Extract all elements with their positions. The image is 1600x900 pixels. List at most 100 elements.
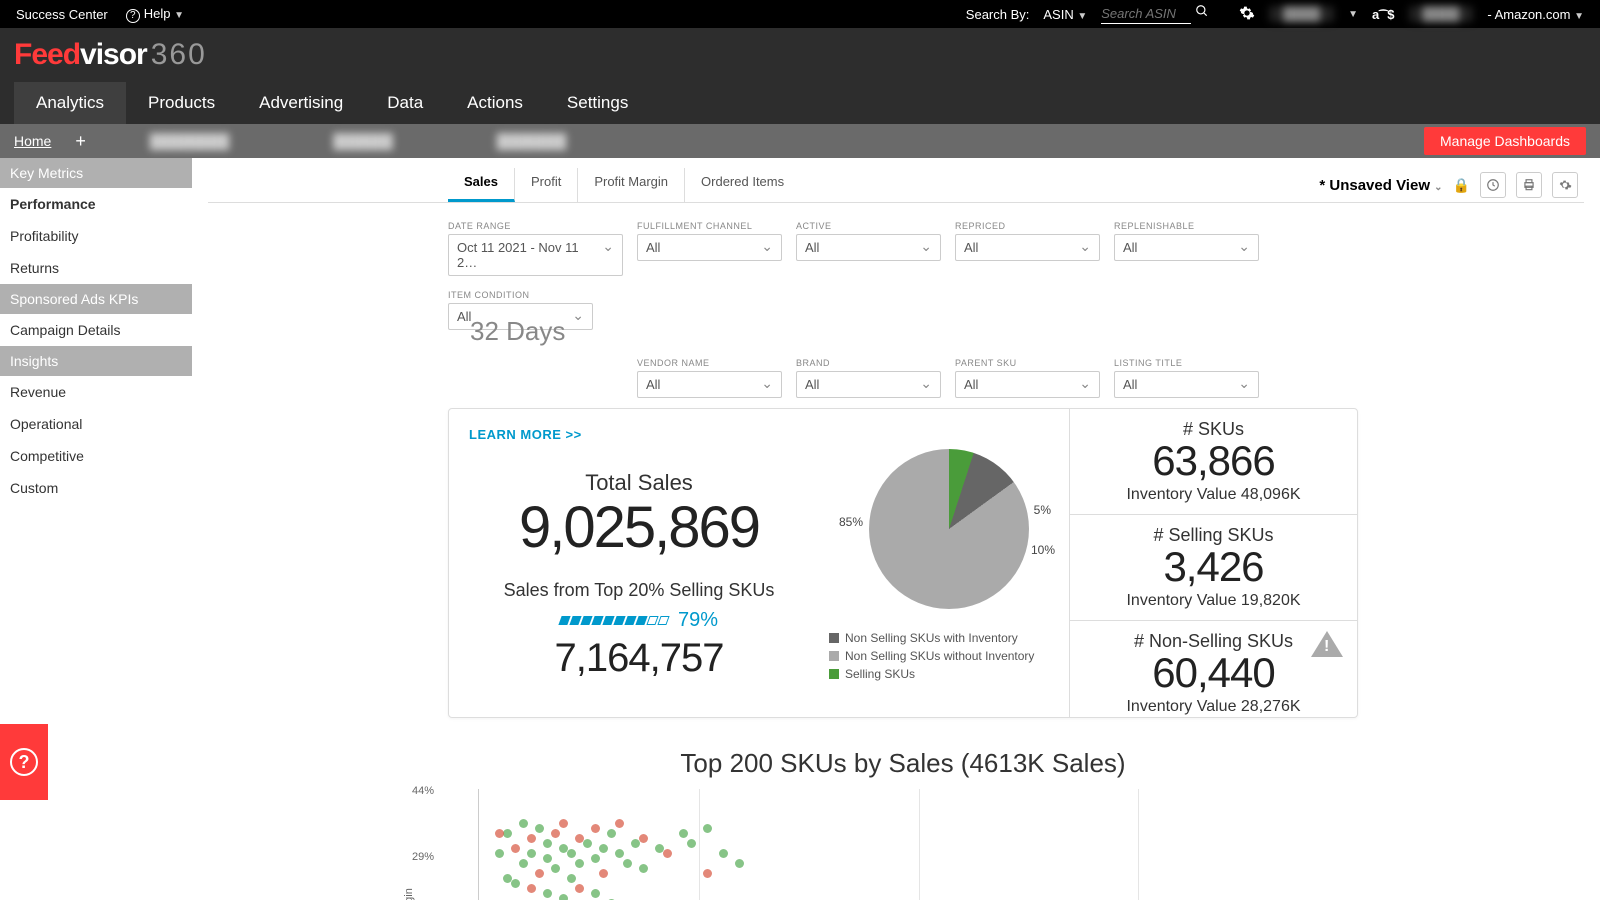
- amazon-icon: a⁀$: [1372, 7, 1395, 22]
- add-tab-button[interactable]: +: [75, 131, 86, 152]
- filter-label: LISTING TITLE: [1114, 358, 1259, 368]
- sidebar-section: Insights: [0, 346, 192, 376]
- scatter-point: [703, 824, 712, 833]
- total-sales-label: Total Sales: [469, 470, 809, 496]
- scatter-point: [615, 849, 624, 858]
- metric-tab-profit[interactable]: Profit: [515, 168, 578, 202]
- scatter-point: [591, 854, 600, 863]
- scatter-point: [503, 829, 512, 838]
- filter-fulfillment-channel[interactable]: All: [637, 234, 782, 261]
- chevron-down-icon: ▼: [1574, 11, 1584, 22]
- sidebar-item-returns[interactable]: Returns: [0, 252, 192, 284]
- filter-parent-sku[interactable]: All: [955, 371, 1100, 398]
- filter-label: ITEM CONDITION: [448, 290, 593, 300]
- filter-label: REPLENISHABLE: [1114, 221, 1259, 231]
- scatter-point: [607, 829, 616, 838]
- scatter-point: [495, 829, 504, 838]
- logo[interactable]: Feed: [14, 38, 80, 72]
- search-icon[interactable]: [1195, 4, 1209, 21]
- scatter-point: [559, 894, 568, 900]
- chevron-down-icon: ▼: [1348, 9, 1358, 20]
- sidebar-item-profitability[interactable]: Profitability: [0, 220, 192, 252]
- scatter-point: [591, 889, 600, 898]
- scatter-point: [567, 849, 576, 858]
- scatter-point: [503, 874, 512, 883]
- scatter-point: [639, 864, 648, 873]
- nav-tab-data[interactable]: Data: [365, 82, 445, 124]
- search-input[interactable]: [1101, 4, 1191, 24]
- manage-dashboards-button[interactable]: Manage Dashboards: [1424, 127, 1586, 155]
- help-fab[interactable]: ?: [0, 724, 48, 800]
- refresh-button[interactable]: [1480, 172, 1506, 198]
- view-name[interactable]: * Unsaved View ⌄: [1319, 177, 1442, 194]
- metric-tabs: SalesProfitProfit MarginOrdered Items: [448, 168, 800, 202]
- scatter-point: [551, 829, 560, 838]
- question-icon: ?: [10, 748, 38, 776]
- scatter-point: [583, 839, 592, 848]
- top-bar: Success Center ?Help ▼ Search By: ASIN ▼…: [0, 0, 1600, 28]
- print-button[interactable]: [1516, 172, 1542, 198]
- main-nav: AnalyticsProductsAdvertisingDataActionsS…: [0, 82, 1600, 124]
- scatter-point: [719, 849, 728, 858]
- learn-more-link[interactable]: LEARN MORE >>: [469, 427, 809, 442]
- masked-account: ████: [1409, 6, 1474, 22]
- filter-listing-title[interactable]: All: [1114, 371, 1259, 398]
- masked-tab: ██████: [293, 133, 433, 149]
- nav-tab-settings[interactable]: Settings: [545, 82, 650, 124]
- filter-label: ACTIVE: [796, 221, 941, 231]
- metric-tab-profit-margin[interactable]: Profit Margin: [578, 168, 685, 202]
- nav-tab-advertising[interactable]: Advertising: [237, 82, 365, 124]
- top20-pct: 79%: [678, 609, 718, 632]
- nav-tab-analytics[interactable]: Analytics: [14, 82, 126, 124]
- metric-tab-sales[interactable]: Sales: [448, 168, 515, 202]
- brand-bar: Feedvisor360: [0, 28, 1600, 82]
- sidebar-item-performance[interactable]: Performance: [0, 188, 192, 220]
- search-type-select[interactable]: ASIN ▼: [1043, 7, 1087, 22]
- sidebar-item-competitive[interactable]: Competitive: [0, 440, 192, 472]
- scatter-point: [591, 824, 600, 833]
- nav-tab-products[interactable]: Products: [126, 82, 237, 124]
- settings-button[interactable]: [1552, 172, 1578, 198]
- chevron-down-icon: ⌄: [1434, 182, 1442, 193]
- sidebar-section: Sponsored Ads KPIs: [0, 284, 192, 314]
- marketplace-select[interactable]: - Amazon.com ▼: [1487, 7, 1584, 22]
- progress-bar: 79%: [469, 609, 809, 632]
- sidebar-item-operational[interactable]: Operational: [0, 408, 192, 440]
- sidebar-item-custom[interactable]: Custom: [0, 472, 192, 504]
- stat-cell: # Selling SKUs3,426Inventory Value 19,82…: [1070, 515, 1357, 621]
- sidebar-item-campaign-details[interactable]: Campaign Details: [0, 314, 192, 346]
- stat-cell: # SKUs63,866Inventory Value 48,096K: [1070, 409, 1357, 515]
- scatter-point: [679, 829, 688, 838]
- scatter-point: [543, 854, 552, 863]
- gear-icon[interactable]: [1239, 5, 1255, 24]
- scatter-point: [535, 869, 544, 878]
- filter-replenishable[interactable]: All: [1114, 234, 1259, 261]
- filter-label: DATE RANGE: [448, 221, 623, 231]
- filter-vendor-name[interactable]: All: [637, 371, 782, 398]
- scatter-point: [639, 834, 648, 843]
- success-center-link[interactable]: Success Center: [16, 7, 108, 22]
- filter-brand[interactable]: All: [796, 371, 941, 398]
- breadcrumb-home[interactable]: Home: [14, 133, 51, 149]
- scatter-point: [519, 859, 528, 868]
- masked-user: ████: [1269, 6, 1334, 22]
- scatter-point: [495, 849, 504, 858]
- filter-active[interactable]: All: [796, 234, 941, 261]
- scatter-point: [575, 859, 584, 868]
- scatter-point: [623, 859, 632, 868]
- filter-date-range[interactable]: Oct 11 2021 - Nov 11 2…: [448, 234, 623, 276]
- stat-cell: # Non-Selling SKUs60,440Inventory Value …: [1070, 621, 1357, 726]
- top20-value: 7,164,757: [469, 636, 809, 681]
- nav-tab-actions[interactable]: Actions: [445, 82, 545, 124]
- help-menu[interactable]: ?Help ▼: [126, 6, 184, 23]
- sub-nav: Home + ████████ ██████ ███████ Manage Da…: [0, 124, 1600, 158]
- filter-repriced[interactable]: All: [955, 234, 1100, 261]
- pie-legend: Non Selling SKUs with InventoryNon Selli…: [829, 631, 1034, 685]
- metric-tab-ordered-items[interactable]: Ordered Items: [685, 168, 800, 202]
- summary-card: LEARN MORE >> Total Sales 9,025,869 Sale…: [448, 408, 1358, 718]
- legend-item: Selling SKUs: [829, 667, 1034, 681]
- sidebar-item-revenue[interactable]: Revenue: [0, 376, 192, 408]
- chevron-down-icon: ▼: [1077, 11, 1087, 22]
- warning-icon: [1311, 631, 1343, 657]
- search-by-label: Search By:: [966, 7, 1030, 22]
